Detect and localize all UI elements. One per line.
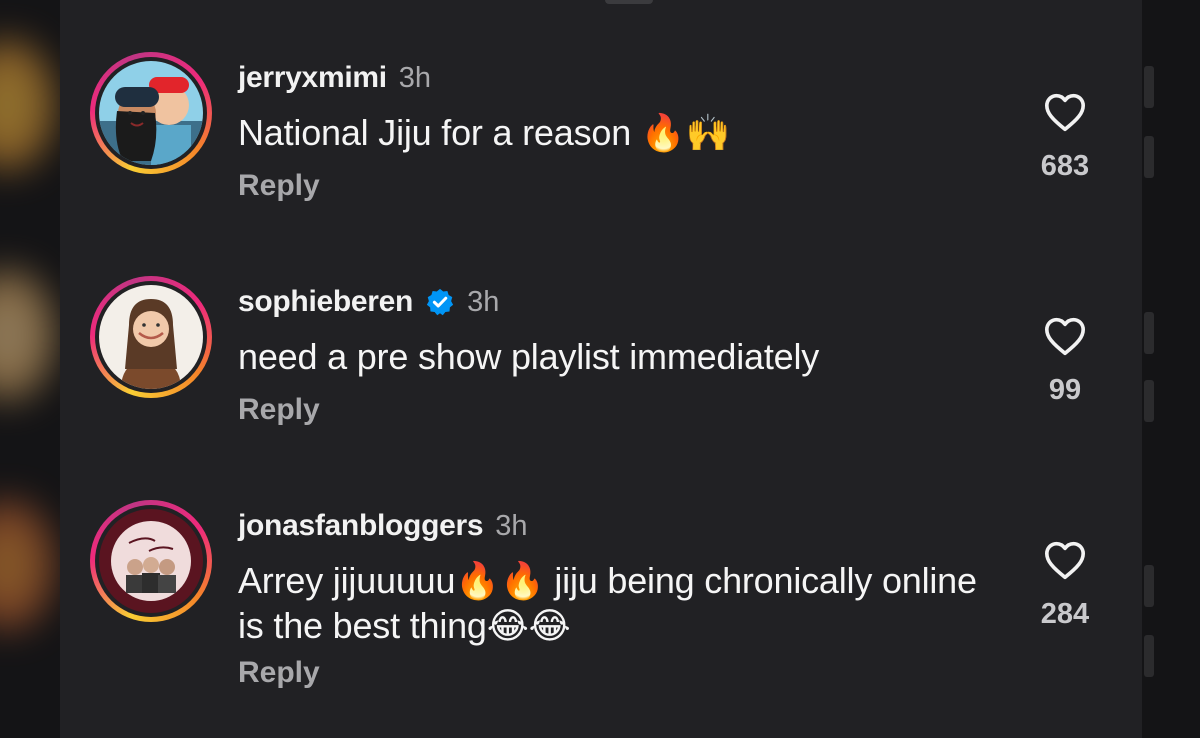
like-count: 683 bbox=[1040, 150, 1090, 182]
timestamp: 3h bbox=[398, 61, 432, 94]
comment-body: jerryxmimi 3h National Jiju for a reason… bbox=[238, 60, 998, 203]
blurred-backdrop-left bbox=[0, 0, 60, 738]
heart-icon[interactable] bbox=[1043, 316, 1087, 356]
username[interactable]: jonasfanbloggers bbox=[238, 509, 484, 543]
username[interactable]: jerryxmimi bbox=[238, 61, 387, 95]
reply-button[interactable]: Reply bbox=[238, 393, 320, 427]
previous-content-edge bbox=[605, 0, 653, 4]
story-ring[interactable] bbox=[90, 52, 212, 174]
reply-button[interactable]: Reply bbox=[238, 169, 320, 203]
comment-body: sophieberen 3h need a pre show playlist … bbox=[238, 284, 998, 427]
like-count: 284 bbox=[1040, 598, 1090, 630]
username[interactable]: sophieberen bbox=[238, 285, 413, 319]
like-control: 284 bbox=[1020, 540, 1110, 631]
couple-photo-avatar[interactable] bbox=[99, 61, 203, 165]
comment-text: National Jiju for a reason 🔥🙌 bbox=[238, 112, 731, 153]
comments-screenshot: jerryxmimi 3h National Jiju for a reason… bbox=[0, 0, 1200, 738]
like-control: 683 bbox=[1020, 92, 1110, 183]
story-ring[interactable] bbox=[90, 500, 212, 622]
timestamp: 3h bbox=[467, 285, 500, 318]
comment-body: jonasfanbloggers 3h Arrey jijuuuuu🔥🔥 jij… bbox=[238, 508, 998, 690]
woman-photo-avatar[interactable] bbox=[99, 285, 203, 389]
story-ring[interactable] bbox=[90, 276, 212, 398]
fan-group-logo-avatar[interactable] bbox=[99, 509, 203, 613]
heart-icon[interactable] bbox=[1043, 540, 1087, 580]
heart-icon[interactable] bbox=[1043, 92, 1087, 132]
timestamp: 3h bbox=[495, 509, 528, 542]
blurred-backdrop-right bbox=[1142, 0, 1200, 738]
like-control: 99 bbox=[1020, 316, 1110, 407]
reply-button[interactable]: Reply bbox=[238, 656, 320, 690]
comments-list: jerryxmimi 3h National Jiju for a reason… bbox=[60, 0, 1142, 738]
verified-badge-icon bbox=[426, 288, 454, 316]
comment-text: need a pre show playlist immediately bbox=[238, 336, 820, 377]
comment-text: Arrey jijuuuuu🔥🔥 jiju being chronically … bbox=[238, 560, 977, 646]
like-count: 99 bbox=[1048, 374, 1082, 406]
